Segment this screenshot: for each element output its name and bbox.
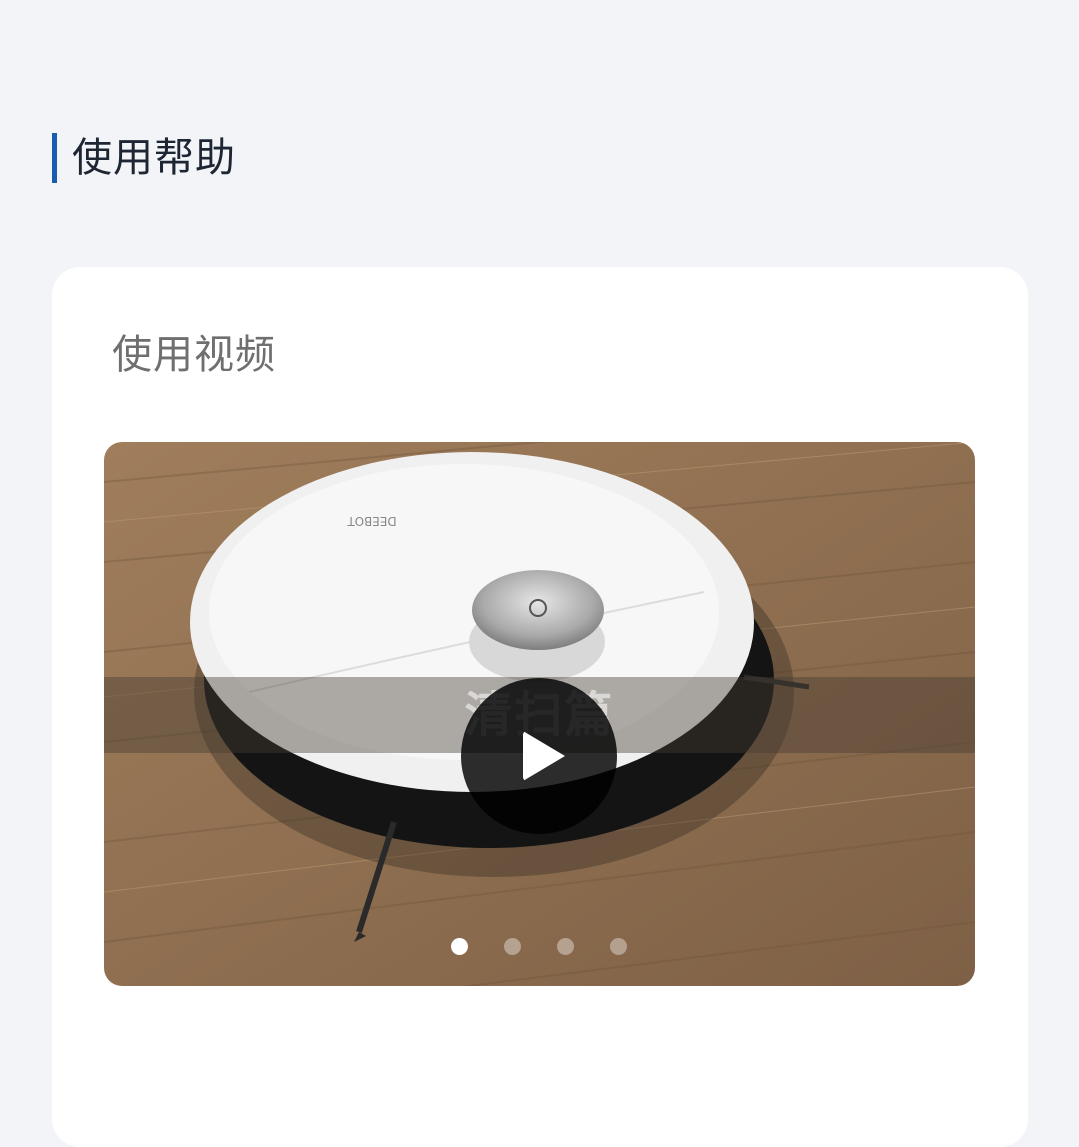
carousel-dot-2[interactable] bbox=[504, 938, 521, 955]
card-title: 使用视频 bbox=[112, 332, 276, 378]
carousel-indicators bbox=[104, 938, 975, 956]
carousel-dot-4[interactable] bbox=[610, 938, 627, 955]
section-header: 使用帮助 bbox=[52, 133, 236, 183]
play-button[interactable] bbox=[461, 678, 617, 834]
usage-video-card: 使用视频 DEEBOT bbox=[52, 267, 1028, 1147]
carousel-dot-1[interactable] bbox=[451, 938, 468, 955]
carousel-dot-3[interactable] bbox=[557, 938, 574, 955]
section-title: 使用帮助 bbox=[72, 135, 236, 181]
svg-text:DEEBOT: DEEBOT bbox=[347, 514, 397, 528]
play-icon bbox=[523, 731, 565, 781]
video-carousel[interactable]: DEEBOT 清扫篇 bbox=[104, 442, 975, 986]
section-accent-bar bbox=[52, 133, 57, 183]
